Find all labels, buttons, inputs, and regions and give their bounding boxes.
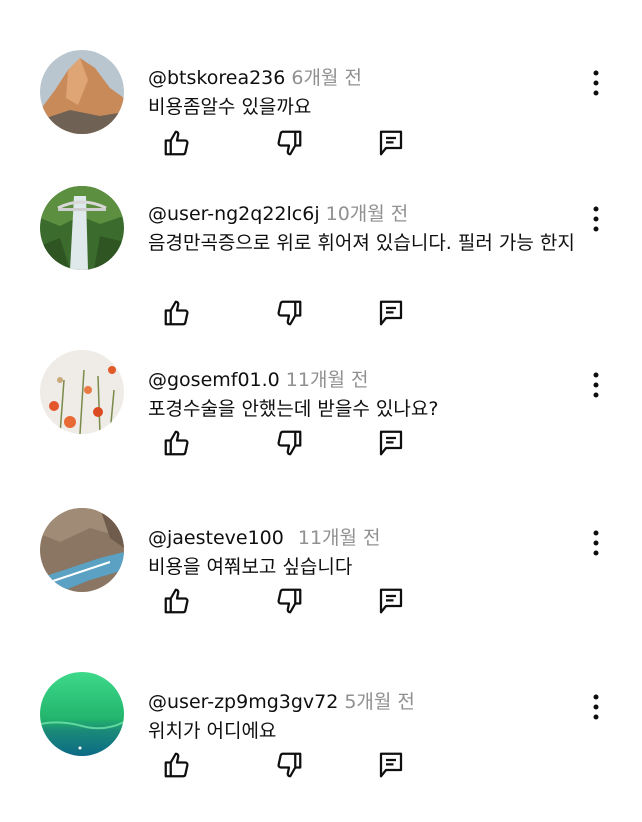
comment-header: @gosemf01.0 11개월 전 — [148, 368, 368, 392]
more-options-button[interactable] — [584, 690, 608, 724]
comment-header: @user-zp9mg3gv72 5개월 전 — [148, 690, 415, 714]
more-vertical-icon — [593, 694, 599, 720]
thumbs-down-icon — [277, 300, 302, 326]
comment-header: @btskorea236 6개월 전 — [148, 66, 362, 90]
reply-icon — [379, 752, 403, 778]
dislike-button[interactable] — [272, 584, 306, 618]
avatar-image-waterfall — [40, 186, 124, 270]
thumbs-up-icon — [164, 130, 189, 156]
comment-header: @jaesteve100 11개월 전 — [148, 526, 381, 550]
more-options-button[interactable] — [584, 66, 608, 100]
thumbs-up-icon — [164, 430, 189, 456]
more-options-button[interactable] — [584, 202, 608, 236]
avatar[interactable] — [40, 672, 124, 756]
more-vertical-icon — [593, 70, 599, 96]
comment-header: @user-ng2q22lc6j 10개월 전 — [148, 202, 408, 226]
comment-actions — [148, 584, 428, 618]
thumbs-down-icon — [277, 130, 302, 156]
thumbs-up-icon — [164, 752, 189, 778]
comment-text: 포경수술을 안했는데 받을수 있나요? — [148, 398, 439, 420]
thumbs-up-icon — [164, 300, 189, 326]
reply-icon — [379, 300, 403, 326]
comment-text: 비용좀알수 있을까요 — [148, 96, 312, 118]
avatar-image-aurora — [40, 672, 124, 756]
author-handle[interactable]: @gosemf01.0 — [148, 369, 280, 391]
timestamp[interactable]: 5개월 전 — [344, 691, 415, 713]
reply-button[interactable] — [374, 748, 408, 782]
reply-icon — [379, 130, 403, 156]
dislike-button[interactable] — [272, 296, 306, 330]
more-vertical-icon — [593, 372, 599, 398]
reply-button[interactable] — [374, 426, 408, 460]
avatar-image-mountain — [40, 50, 124, 134]
dislike-button[interactable] — [272, 748, 306, 782]
thumbs-down-icon — [277, 588, 302, 614]
dislike-button[interactable] — [272, 126, 306, 160]
reply-icon — [379, 430, 403, 456]
more-vertical-icon — [593, 530, 599, 556]
more-options-button[interactable] — [584, 526, 608, 560]
thumbs-up-icon — [164, 588, 189, 614]
thumbs-down-icon — [277, 430, 302, 456]
timestamp[interactable]: 11개월 전 — [286, 369, 369, 391]
author-handle[interactable]: @jaesteve100 — [148, 527, 284, 549]
dislike-button[interactable] — [272, 426, 306, 460]
comment-actions — [148, 296, 428, 330]
like-button[interactable] — [160, 748, 194, 782]
timestamp[interactable]: 11개월 전 — [298, 527, 381, 549]
comment-actions — [148, 426, 428, 460]
avatar[interactable] — [40, 186, 124, 270]
avatar-image-coast — [40, 508, 124, 592]
thumbs-down-icon — [277, 752, 302, 778]
reply-icon — [379, 588, 403, 614]
like-button[interactable] — [160, 126, 194, 160]
comment-text: 위치가 어디에요 — [148, 720, 277, 742]
author-handle[interactable]: @btskorea236 — [148, 67, 285, 89]
like-button[interactable] — [160, 584, 194, 618]
reply-button[interactable] — [374, 296, 408, 330]
like-button[interactable] — [160, 296, 194, 330]
author-handle[interactable]: @user-ng2q22lc6j — [148, 203, 320, 225]
more-options-button[interactable] — [584, 368, 608, 402]
avatar[interactable] — [40, 350, 124, 434]
author-handle[interactable]: @user-zp9mg3gv72 — [148, 691, 338, 713]
comment-actions — [148, 748, 428, 782]
reply-button[interactable] — [374, 126, 408, 160]
avatar[interactable] — [40, 508, 124, 592]
more-vertical-icon — [593, 206, 599, 232]
reply-button[interactable] — [374, 584, 408, 618]
timestamp[interactable]: 10개월 전 — [326, 203, 409, 225]
like-button[interactable] — [160, 426, 194, 460]
comment-actions — [148, 126, 428, 160]
comment-text: 음경만곡증으로 위로 휘어져 있습니다. 필러 가능 한지 — [148, 232, 575, 254]
avatar[interactable] — [40, 50, 124, 134]
comment-text: 비용을 여쭤보고 싶습니다 — [148, 556, 353, 578]
avatar-image-flowers — [40, 350, 124, 434]
timestamp[interactable]: 6개월 전 — [291, 67, 362, 89]
